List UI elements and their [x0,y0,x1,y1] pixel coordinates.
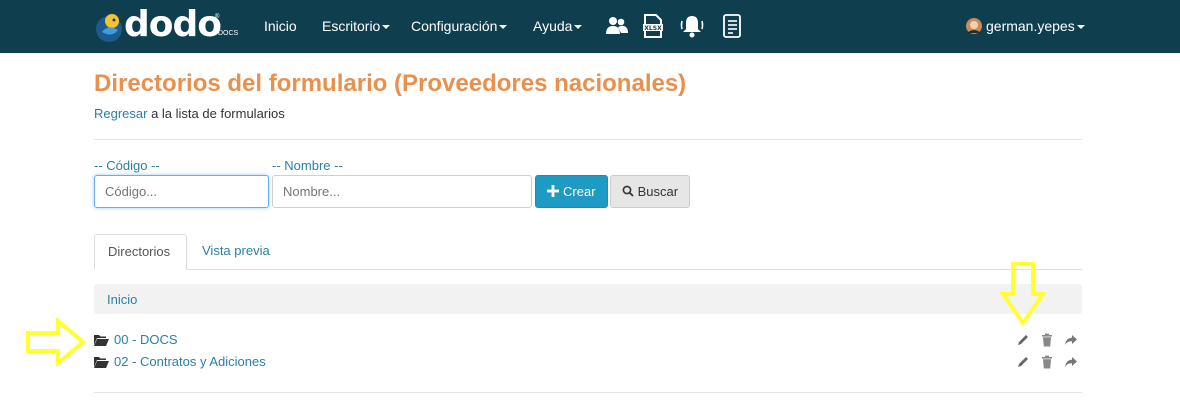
user-avatar-icon [966,18,982,34]
chevron-down-icon [499,25,508,30]
top-navbar: dodo ® DOCS Inicio Escritorio Configurac… [0,0,1180,53]
chevron-down-icon [382,25,391,30]
nav-inicio[interactable]: Inicio [264,18,297,34]
logo-registered-mark: ® [215,14,220,20]
dodo-bird-icon [96,14,122,42]
plus-icon [547,185,560,197]
breadcrumb-inicio[interactable]: Inicio [107,292,137,307]
nav-inicio-label: Inicio [264,18,297,34]
bell-icon[interactable] [679,13,705,39]
name-label: -- Nombre -- [272,158,343,173]
user-menu[interactable]: german.yepes [966,18,1085,34]
chevron-down-icon [1076,25,1085,30]
nav-escritorio[interactable]: Escritorio [322,18,391,34]
share-arrow-icon[interactable] [1064,333,1078,347]
folder-open-icon [94,335,109,346]
directory-link[interactable]: 02 - Contratos y Adiciones [114,354,266,369]
svg-text:XLSX: XLSX [644,25,662,32]
trash-icon[interactable] [1040,333,1054,347]
dodo-docs-logo[interactable]: dodo ® DOCS [94,4,242,46]
logo-text: dodo [124,4,222,45]
directory-link[interactable]: 00 - DOCS [114,332,178,347]
code-label: -- Código -- [94,158,160,173]
back-text: a la lista de formularios [147,106,285,121]
user-name: german.yepes [986,18,1075,34]
users-icon[interactable] [604,13,630,39]
chevron-down-icon [574,25,583,30]
list-item: 00 - DOCS [94,331,1082,351]
tab-vista-previa[interactable]: Vista previa [189,234,283,270]
list-item: 02 - Contratos y Adiciones [94,353,1082,373]
create-button-label: Crear [563,184,596,199]
search-icon [622,185,634,197]
search-button[interactable]: Buscar [610,175,690,208]
pencil-icon[interactable] [1016,355,1030,369]
folder-open-icon [94,357,109,368]
annotation-arrow-down-icon [1000,262,1046,326]
back-line: Regresar a la lista de formularios [94,106,285,121]
nav-configuracion[interactable]: Configuración [411,18,508,34]
page-title: Directorios del formulario (Proveedores … [94,70,687,97]
tab-directorios[interactable]: Directorios [94,234,187,270]
code-input[interactable] [94,175,269,208]
annotation-arrow-right-icon [26,318,86,366]
document-list-icon[interactable] [719,13,745,39]
trash-icon[interactable] [1040,355,1054,369]
nav-configuracion-label: Configuración [411,18,498,34]
divider [94,392,1082,393]
logo-subtext: DOCS [218,30,239,37]
create-button[interactable]: Crear [535,175,608,208]
nav-ayuda[interactable]: Ayuda [533,18,583,34]
search-button-label: Buscar [637,184,679,199]
pencil-icon[interactable] [1016,333,1030,347]
nav-escritorio-label: Escritorio [322,18,381,34]
divider [94,139,1082,140]
xlsx-file-icon[interactable]: XLSX [640,13,666,39]
name-input[interactable] [272,175,532,208]
share-arrow-icon[interactable] [1064,355,1078,369]
breadcrumb: Inicio [94,284,1082,314]
back-link[interactable]: Regresar [94,106,147,121]
nav-ayuda-label: Ayuda [533,18,573,34]
